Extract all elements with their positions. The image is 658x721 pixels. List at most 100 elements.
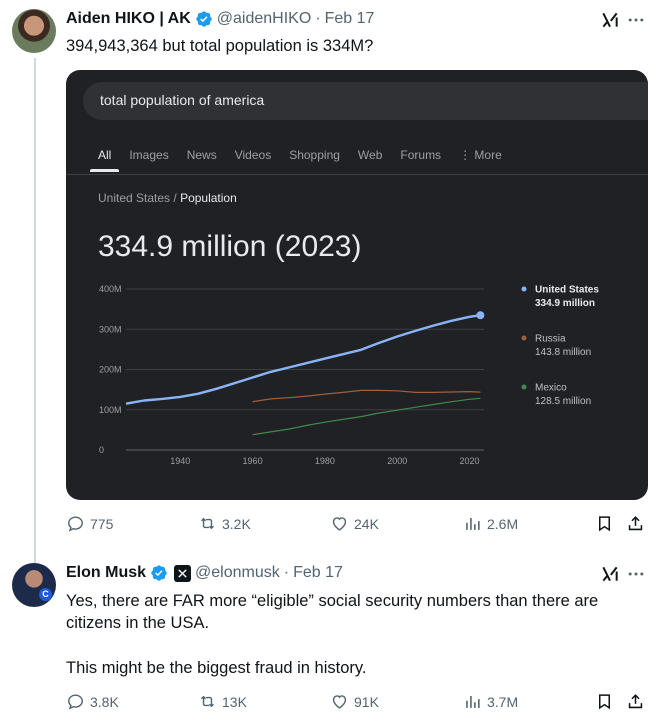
more-options-icon[interactable] xyxy=(626,564,646,584)
reply-icon xyxy=(68,516,83,532)
tweet-text-line-1: Yes, there are FAR more “eligible” socia… xyxy=(66,592,599,610)
author-handle[interactable]: @aidenHIKO xyxy=(217,10,312,28)
reply-button[interactable]: 775 xyxy=(66,514,113,533)
tab-shopping: Shopping xyxy=(289,148,340,162)
view-count: 3.7M xyxy=(487,693,519,710)
like-button[interactable]: 91K xyxy=(330,692,379,711)
legend-series-name: United States xyxy=(535,285,599,296)
separator-dot: · xyxy=(315,10,321,27)
y-tick-label: 0 xyxy=(99,445,104,455)
breadcrumb-current: Population xyxy=(180,191,237,205)
tweet-2-header: Elon Musk @elonmusk · Feb 17 xyxy=(66,564,343,582)
author-name[interactable]: Aiden HIKO | AK xyxy=(66,10,191,28)
legend-series-value: 334.9 million xyxy=(535,298,595,309)
repost-count: 3.2K xyxy=(222,515,251,532)
share-icon xyxy=(628,516,643,531)
like-button[interactable]: 24K xyxy=(330,514,379,533)
avatar-aidenhiko[interactable] xyxy=(12,9,56,53)
legend-series-name: Mexico xyxy=(535,383,567,394)
author-handle[interactable]: @elonmusk xyxy=(195,564,280,582)
thread-connector-line xyxy=(34,58,36,563)
avatar-elonmusk[interactable] xyxy=(12,563,56,607)
repost-icon xyxy=(201,517,214,530)
post-date[interactable]: Feb 17 xyxy=(293,564,343,582)
legend-series-value: 143.8 million xyxy=(535,347,591,358)
legend-marker xyxy=(521,286,527,292)
heart-icon xyxy=(332,517,347,531)
views-chart-icon xyxy=(466,695,480,708)
legend-marker xyxy=(521,335,527,341)
population-line-chart: 400M 300M 200M 100M 0 1940 1960 1980 2000 2020 Uni… xyxy=(99,284,599,466)
like-count: 91K xyxy=(354,693,379,710)
verified-badge-icon xyxy=(151,565,167,581)
bookmark-icon xyxy=(598,694,611,710)
tab-all: All xyxy=(89,148,120,172)
tab-web: Web xyxy=(357,148,383,162)
repost-button[interactable]: 13K xyxy=(198,692,247,711)
post-date[interactable]: Feb 17 xyxy=(325,10,375,28)
y-tick-label: 300M xyxy=(99,324,122,334)
legend-series-value: 128.5 million xyxy=(535,396,591,407)
repost-icon xyxy=(201,695,214,708)
series-line-mexico xyxy=(252,397,481,436)
embedded-search-screenshot[interactable]: total population of america All Images N… xyxy=(66,70,648,500)
views-button[interactable]: 3.7M xyxy=(463,692,518,711)
tweet-text: 394,943,364 but total population is 334M… xyxy=(66,37,374,55)
separator-dot: · xyxy=(283,564,290,581)
search-bar: total population of america xyxy=(83,82,648,120)
views-button[interactable]: 2.6M xyxy=(463,514,518,533)
like-count: 24K xyxy=(354,515,379,532)
x-tick-label: 2020 xyxy=(460,456,480,466)
series-line-united-states xyxy=(125,314,481,405)
breadcrumb-separator: / xyxy=(170,191,181,205)
grok-icon[interactable] xyxy=(600,10,620,30)
tab-images: Images xyxy=(129,148,169,162)
verified-badge-icon xyxy=(196,11,212,27)
x-tick-label: 1980 xyxy=(315,456,335,466)
search-tabs: All Images News Videos Shopping Web Foru… xyxy=(89,148,520,172)
tabs-divider xyxy=(66,174,648,175)
x-tick-label: 2000 xyxy=(387,456,407,466)
tab-videos: Videos xyxy=(234,148,272,162)
author-name[interactable]: Elon Musk xyxy=(66,564,146,582)
repost-count: 13K xyxy=(222,693,247,710)
legend-series-name: Russia xyxy=(535,334,566,345)
search-query: total population of america xyxy=(100,92,265,108)
reply-button[interactable]: 3.8K xyxy=(66,692,119,711)
tweet-text-line-2: citizens in the USA. xyxy=(66,614,210,632)
legend-marker xyxy=(521,384,527,390)
x-affiliate-badge-icon[interactable] xyxy=(174,564,192,582)
tab-more: ⋮ More xyxy=(459,148,502,162)
breadcrumb-parent: United States xyxy=(98,191,171,205)
bookmark-button[interactable] xyxy=(595,692,614,711)
more-options-icon[interactable] xyxy=(626,10,646,30)
bookmark-icon xyxy=(598,516,611,532)
view-count: 2.6M xyxy=(487,515,519,532)
tweet-text-line-3: This might be the biggest fraud in histo… xyxy=(66,659,367,677)
grok-icon[interactable] xyxy=(600,564,620,584)
series-line-russia xyxy=(252,389,481,403)
tweet-1-actions: 775 3.2K 24K 2.6M xyxy=(66,514,650,538)
headline-population: 334.9 million (2023) xyxy=(98,230,362,263)
tab-news: News xyxy=(186,148,217,162)
tweet-2-actions: 3.8K 13K 91K 3.7M xyxy=(66,692,650,716)
tweet-1-header: Aiden HIKO | AK @aidenHIKO · Feb 17 xyxy=(66,10,374,28)
heart-icon xyxy=(332,695,347,709)
series-endpoint-united-states xyxy=(476,311,485,320)
share-icon xyxy=(628,694,643,709)
tab-forums: Forums xyxy=(400,148,442,162)
share-button[interactable] xyxy=(626,514,645,533)
x-tick-label: 1960 xyxy=(243,456,263,466)
reply-count: 3.8K xyxy=(90,693,119,710)
y-tick-label: 200M xyxy=(99,365,122,375)
views-chart-icon xyxy=(466,517,480,530)
reply-count: 775 xyxy=(90,515,114,532)
bookmark-button[interactable] xyxy=(595,514,614,533)
share-button[interactable] xyxy=(626,692,645,711)
x-tick-label: 1940 xyxy=(170,456,190,466)
reply-icon xyxy=(68,694,83,710)
repost-button[interactable]: 3.2K xyxy=(198,514,251,533)
y-tick-label: 100M xyxy=(99,405,122,415)
y-tick-label: 400M xyxy=(99,284,122,294)
breadcrumb: United States / Population xyxy=(98,191,237,205)
